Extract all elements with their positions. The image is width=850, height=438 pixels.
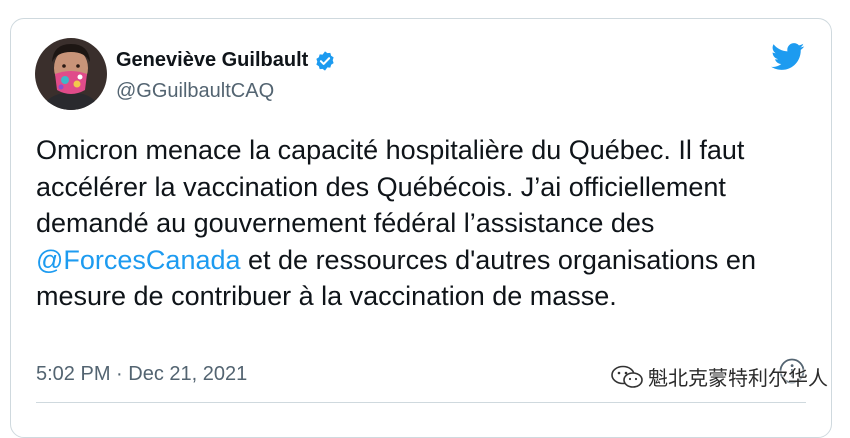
- divider: [36, 402, 806, 403]
- tweet-text-part1: Omicron menace la capacité hospitalière …: [36, 135, 745, 238]
- twitter-bird-icon[interactable]: [771, 43, 805, 71]
- verified-badge-icon: [316, 50, 334, 71]
- watermark-text: 魁北克蒙特利尔华人: [648, 368, 828, 390]
- avatar[interactable]: [35, 38, 107, 110]
- watermark: 魁北克蒙特利尔华人: [610, 362, 828, 391]
- avatar-image: [35, 38, 107, 110]
- wechat-icon: [611, 365, 643, 388]
- author-name-row[interactable]: Geneviève Guilbault: [116, 49, 336, 72]
- tweet-timestamp[interactable]: 5:02 PM · Dec 21, 2021: [36, 363, 247, 386]
- author-handle[interactable]: @GGuilbaultCAQ: [116, 80, 274, 103]
- tweet-text: Omicron menace la capacité hospitalière …: [36, 132, 796, 315]
- mention-link[interactable]: @ForcesCanada: [36, 245, 241, 275]
- author-name[interactable]: Geneviève Guilbault: [116, 49, 308, 72]
